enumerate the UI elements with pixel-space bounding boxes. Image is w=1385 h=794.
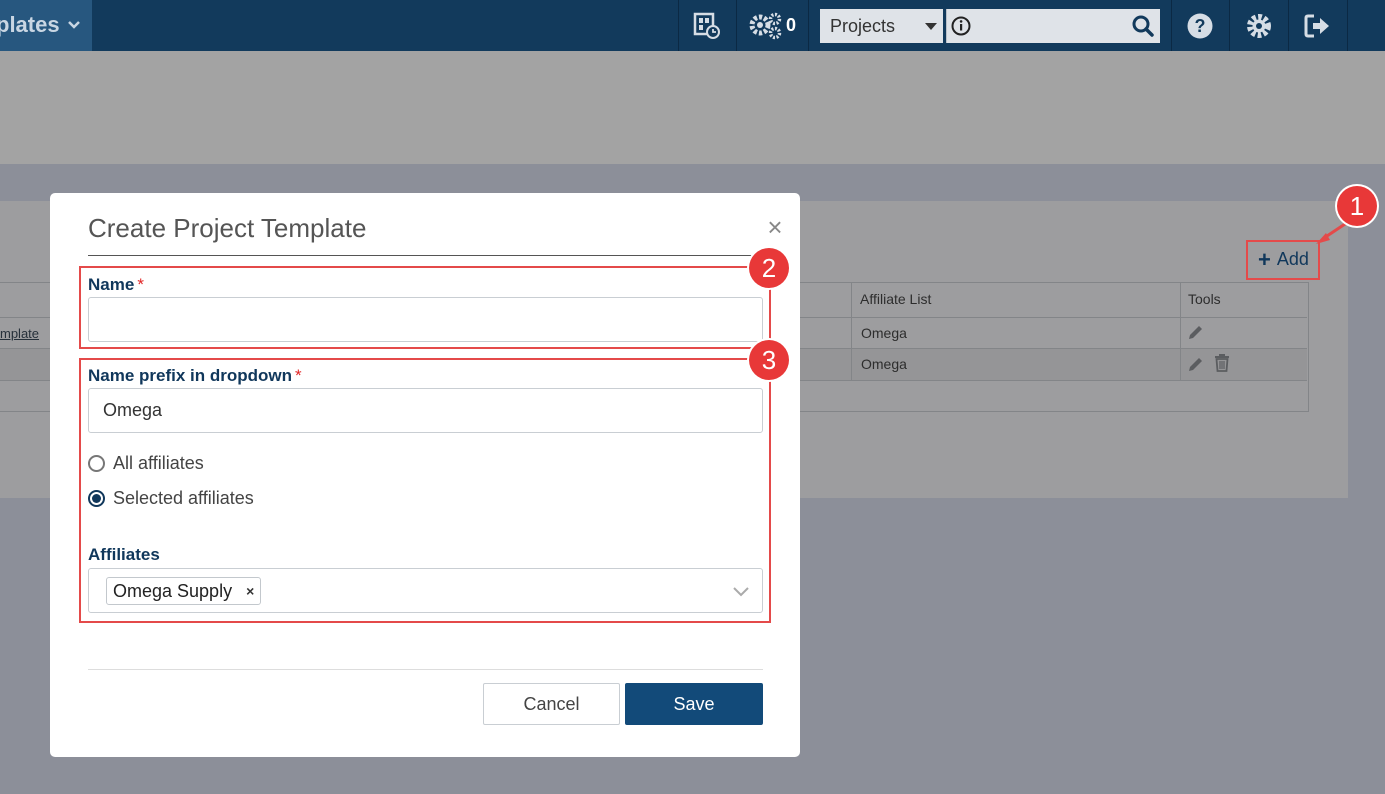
search-input[interactable] [946, 9, 1160, 43]
close-icon[interactable]: × [763, 214, 787, 240]
column-header-tools: Tools [1188, 291, 1221, 307]
affiliate-cell: Omega [861, 325, 907, 341]
column-header-affiliate-list[interactable]: Affiliate List [860, 291, 931, 307]
settings-gear-icon[interactable] [1245, 12, 1273, 40]
edit-pencil-icon[interactable] [1187, 323, 1205, 341]
search-icon[interactable] [1131, 14, 1155, 38]
callout-highlight-prefix [79, 358, 771, 623]
save-button[interactable]: Save [625, 683, 763, 725]
callout-badge-2: 2 [749, 248, 789, 288]
dialog-title: Create Project Template [88, 213, 367, 243]
edit-pencil-icon[interactable] [1187, 355, 1205, 373]
callout-badge-1: 1 [1337, 186, 1377, 226]
caret-down-icon [925, 23, 937, 30]
breadcrumb-label: plates [0, 12, 60, 37]
help-icon[interactable]: ? [1186, 12, 1214, 40]
footer-divider [88, 669, 763, 670]
chevron-down-icon[interactable] [67, 14, 81, 36]
page-header-area [0, 51, 1385, 164]
info-icon[interactable] [951, 16, 971, 36]
cancel-button[interactable]: Cancel [483, 683, 620, 725]
dashboard-clock-icon[interactable] [693, 12, 721, 40]
template-link[interactable]: mplate [0, 326, 39, 341]
gears-icon[interactable] [749, 12, 783, 40]
title-divider [88, 255, 763, 256]
callout-badge-3: 3 [749, 340, 789, 380]
callout-highlight-name [79, 266, 771, 349]
logout-icon[interactable] [1303, 12, 1333, 40]
callout-highlight-add [1246, 240, 1320, 280]
top-navigation-bar: plates 0 Projects ? [0, 0, 1385, 51]
running-jobs-count: 0 [786, 15, 797, 35]
trash-icon[interactable] [1213, 353, 1231, 373]
affiliate-cell: Omega [861, 356, 907, 372]
svg-text:?: ? [1195, 16, 1206, 36]
